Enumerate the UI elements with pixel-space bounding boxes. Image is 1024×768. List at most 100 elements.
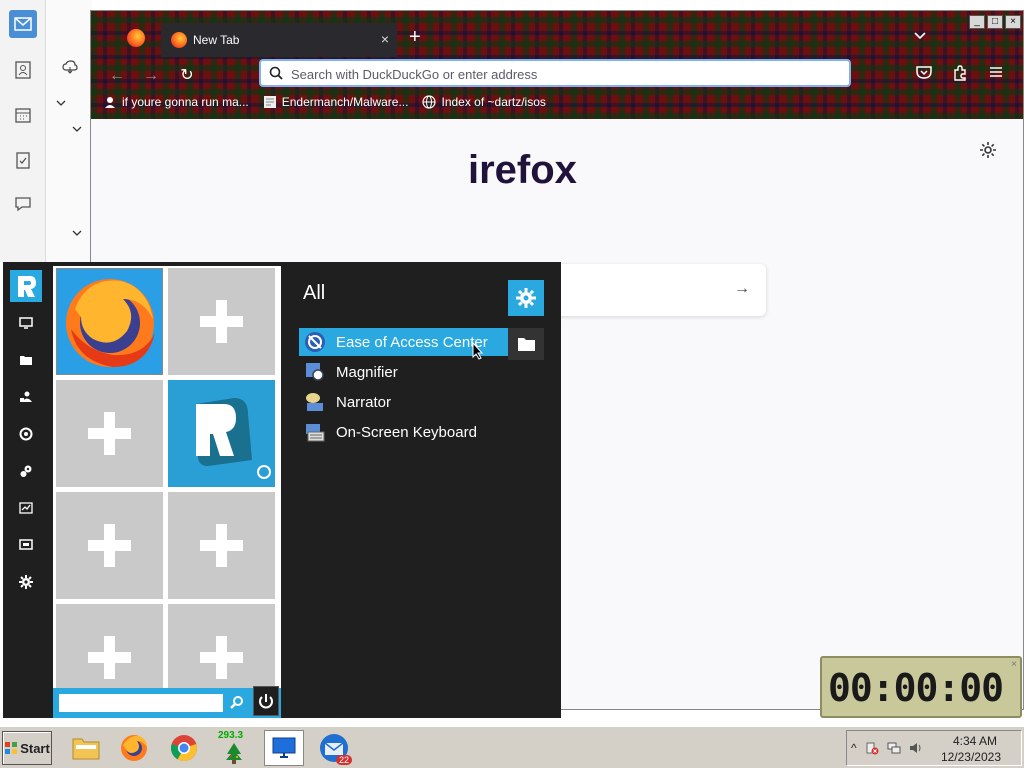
- unread-badge: 22: [335, 755, 352, 765]
- menu-icon[interactable]: [987, 65, 1005, 83]
- show-hidden-icons-button[interactable]: ^: [851, 741, 857, 755]
- settings-icon[interactable]: [17, 573, 35, 591]
- add-tile[interactable]: [56, 604, 163, 688]
- chat-icon[interactable]: [9, 190, 37, 218]
- globe-icon: [422, 95, 437, 109]
- add-tile[interactable]: [168, 604, 275, 688]
- firefox-wordmark: irefox: [468, 148, 577, 192]
- cloud-icon[interactable]: [62, 60, 78, 77]
- app-list: All Ease of Access Center Magnifier Narr…: [283, 262, 561, 718]
- url-bar[interactable]: [259, 59, 851, 87]
- new-tab-button[interactable]: +: [409, 27, 421, 47]
- minimize-button[interactable]: _: [969, 15, 985, 29]
- forward-button[interactable]: →: [141, 66, 161, 86]
- category-title: All: [303, 282, 326, 304]
- settings-button[interactable]: [508, 280, 544, 316]
- clock-date[interactable]: 12/23/2023: [941, 750, 1001, 764]
- christmas-tree-icon: [226, 743, 242, 764]
- back-button[interactable]: ←: [107, 66, 127, 86]
- start-search-input[interactable]: [59, 694, 223, 712]
- taskbar-chrome[interactable]: [164, 730, 204, 766]
- folder-icon: [72, 738, 100, 760]
- mail-folder-pane: [46, 0, 92, 262]
- search-icon[interactable]: [227, 693, 247, 713]
- monitor-icon[interactable]: [17, 314, 35, 332]
- page-icon: [263, 96, 276, 108]
- maximize-button[interactable]: □: [987, 15, 1003, 29]
- tree-counter-value: 293.3: [218, 730, 244, 741]
- add-tile[interactable]: [56, 492, 163, 599]
- bookmark-item[interactable]: if youre gonna run ma...: [103, 95, 249, 109]
- tab-close-button[interactable]: ×: [381, 31, 389, 47]
- magnifier-icon: [306, 363, 324, 381]
- action-center-alert-icon[interactable]: [865, 741, 879, 755]
- app-magnifier[interactable]: Magnifier: [299, 358, 509, 386]
- open-folder-button[interactable]: [508, 328, 544, 360]
- tab-new-tab[interactable]: New Tab ×: [161, 23, 397, 57]
- rk-launcher-tile[interactable]: [168, 380, 275, 487]
- mail-icon[interactable]: [9, 10, 37, 38]
- bookmark-item[interactable]: Endermanch/Malware...: [263, 95, 409, 109]
- plus-icon: [200, 524, 243, 567]
- app-label: Narrator: [336, 393, 392, 411]
- reload-button[interactable]: ↻: [177, 66, 197, 86]
- gear-icon[interactable]: [979, 141, 997, 159]
- add-tile[interactable]: [56, 380, 163, 487]
- users-icon[interactable]: [17, 388, 35, 406]
- taskbar-tree-counter[interactable]: 293.3: [214, 730, 254, 766]
- network-icon[interactable]: [17, 425, 35, 443]
- taskbar-file-explorer[interactable]: [66, 730, 106, 766]
- firefox-icon: [66, 279, 155, 367]
- contacts-icon[interactable]: [9, 56, 37, 84]
- bookmark-label: Endermanch/Malware...: [281, 95, 409, 109]
- start-tiles: [53, 266, 281, 688]
- rk-logo-icon[interactable]: [10, 270, 42, 302]
- tasks-icon[interactable]: [9, 146, 37, 174]
- gears-icon[interactable]: [17, 462, 35, 480]
- plus-icon: [200, 636, 243, 679]
- timer-close-button[interactable]: ×: [1011, 659, 1017, 670]
- search-icon: [269, 66, 283, 80]
- firefox-menu-icon[interactable]: [127, 29, 145, 47]
- list-all-tabs-button[interactable]: [913, 29, 927, 43]
- start-search-bar: [53, 688, 281, 718]
- app-on-screen-keyboard[interactable]: On-Screen Keyboard: [299, 418, 509, 446]
- add-tile[interactable]: [168, 268, 275, 375]
- start-menu: All Ease of Access Center Magnifier Narr…: [3, 262, 561, 718]
- chevron-down-icon[interactable]: [72, 124, 82, 134]
- taskbar-firefox[interactable]: [114, 730, 154, 766]
- url-input[interactable]: [291, 65, 831, 83]
- clock-time[interactable]: 4:34 AM: [953, 734, 997, 748]
- start-label: Start: [20, 740, 50, 756]
- narrator-icon: [306, 393, 323, 411]
- start-button[interactable]: Start: [2, 731, 52, 765]
- taskbar-remote-desktop[interactable]: [264, 730, 304, 766]
- power-button[interactable]: [253, 686, 279, 716]
- pocket-icon[interactable]: [915, 65, 933, 83]
- add-tile[interactable]: [168, 492, 275, 599]
- chart-icon[interactable]: [17, 499, 35, 517]
- extensions-icon[interactable]: [951, 65, 969, 83]
- taskbar-thunderbird[interactable]: 22: [314, 730, 354, 766]
- countdown-timer[interactable]: 00:00:00 ×: [820, 656, 1022, 718]
- chevron-down-icon[interactable]: [56, 98, 66, 108]
- calendar-icon[interactable]: [9, 101, 37, 129]
- display-icon[interactable]: [17, 536, 35, 554]
- app-narrator[interactable]: Narrator: [299, 388, 509, 416]
- window-controls: _ □ ×: [969, 15, 1021, 29]
- firefox-tile[interactable]: [56, 268, 163, 375]
- bookmark-item[interactable]: Index of ~dartz/isos: [422, 95, 546, 109]
- chevron-down-icon[interactable]: [72, 228, 82, 238]
- bookmarks-toolbar: if youre gonna run ma... Endermanch/Malw…: [103, 95, 546, 109]
- folder-icon[interactable]: [17, 351, 35, 369]
- close-button[interactable]: ×: [1005, 15, 1021, 29]
- rk-logo-icon: [196, 398, 271, 479]
- bookmark-label: if youre gonna run ma...: [122, 95, 249, 109]
- arrow-right-icon[interactable]: →: [734, 280, 750, 298]
- bookmark-label: Index of ~dartz/isos: [441, 95, 546, 109]
- firefox-toolbar-area: New Tab × + _ □ × ← → ↻ Search with Duck…: [91, 11, 1023, 119]
- network-icon[interactable]: [887, 741, 901, 755]
- volume-icon[interactable]: [909, 741, 923, 755]
- plus-icon: [88, 524, 131, 567]
- power-icon: [259, 694, 273, 709]
